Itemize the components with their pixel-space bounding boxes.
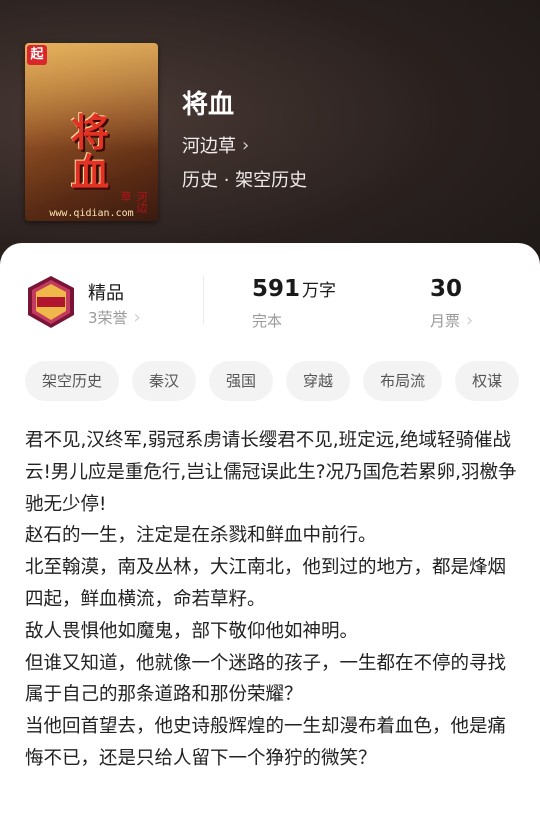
cover-url: www.qidian.com: [49, 208, 134, 219]
book-cover[interactable]: 起 将血 河边草 www.qidian.com: [25, 43, 158, 221]
tag-chip[interactable]: 架空历史: [25, 361, 120, 401]
completion-status: 完本: [252, 312, 283, 330]
book-genre: 历史 · 架空历史: [182, 170, 308, 191]
cover-title: 将血: [70, 111, 109, 195]
monthly-tickets-link[interactable]: 月票 ›: [430, 310, 473, 331]
word-count: 591 万字: [252, 276, 336, 302]
book-title: 将血: [182, 90, 235, 120]
chevron-right-icon: ›: [133, 307, 141, 328]
synopsis-paragraph: 北至翰漠，南及丛林，大江南北，他到过的地方，都是烽烟四起，鲜血横流，命若草籽。: [25, 557, 507, 610]
word-count-value: 591: [252, 276, 301, 302]
honors-link[interactable]: 3荣誉 ›: [88, 307, 141, 328]
tag-chip[interactable]: 布局流: [363, 361, 443, 401]
synopsis-paragraph: 赵石的一生，注定是在杀戮和鲜血中前行。: [25, 525, 377, 547]
honors-count: 3荣誉: [88, 309, 128, 327]
tag-list: 架空历史 秦汉 强国 穿越 布局流 权谋: [25, 361, 520, 401]
quality-badge-icon: [28, 276, 74, 328]
tag-chip[interactable]: 权谋: [455, 361, 520, 401]
author-name: 河边草: [182, 136, 236, 157]
monthly-tickets-value: 30: [430, 276, 463, 302]
chevron-right-icon: ›: [242, 134, 250, 156]
synopsis: 君不见,汉终军,弱冠系虏请长缨君不见,班定远,绝域轻骑催战云!男儿应是重危行,岂…: [25, 425, 517, 775]
stat-divider: [203, 275, 204, 325]
synopsis-paragraph: 君不见,汉终军,弱冠系虏请长缨君不见,班定远,绝域轻骑催战云!男儿应是重危行,岂…: [25, 430, 517, 515]
tag-chip[interactable]: 秦汉: [132, 361, 197, 401]
qidian-logo-icon: 起: [27, 45, 47, 65]
author-link[interactable]: 河边草 ›: [182, 132, 249, 158]
tag-chip[interactable]: 强国: [209, 361, 274, 401]
word-count-unit: 万字: [302, 281, 337, 301]
synopsis-paragraph: 当他回首望去，他史诗般辉煌的一生却漫布着血色，他是痛悔不已，还是只给人留下一个狰…: [25, 716, 507, 769]
synopsis-paragraph: 但谁又知道，他就像一个迷路的孩子，一生都在不停的寻找属于自己的那条道路和那份荣耀…: [25, 652, 507, 706]
quality-label: 精品: [88, 283, 124, 304]
tag-chip[interactable]: 穿越: [286, 361, 351, 401]
synopsis-paragraph: 敌人畏惧他如魔鬼，部下敬仰他如神明。: [25, 620, 359, 642]
monthly-tickets-label: 月票: [430, 312, 461, 330]
chevron-right-icon: ›: [466, 310, 474, 331]
